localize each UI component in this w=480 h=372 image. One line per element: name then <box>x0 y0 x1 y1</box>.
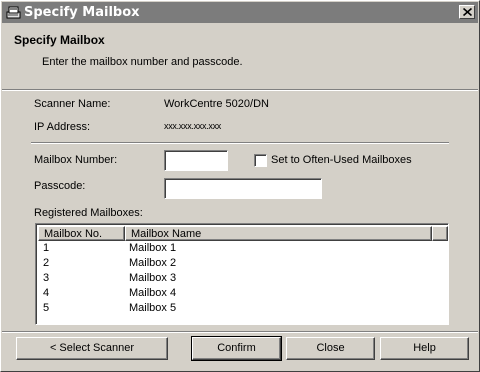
list-item[interactable]: 3 Mailbox 3 <box>43 271 443 286</box>
mailbox-no: 3 <box>43 272 50 284</box>
confirm-button[interactable]: Confirm <box>191 336 282 361</box>
passcode-input[interactable] <box>164 178 322 199</box>
list-item[interactable]: 4 Mailbox 4 <box>43 286 443 301</box>
passcode-label: Passcode: <box>34 180 86 192</box>
mailbox-name: Mailbox 3 <box>129 272 177 284</box>
mailbox-no: 5 <box>43 302 50 314</box>
often-used-label[interactable]: Set to Often-Used Mailboxes <box>271 154 412 166</box>
ip-address-label: IP Address: <box>34 121 91 133</box>
often-used-checkbox[interactable] <box>254 154 267 167</box>
scanner-app-icon <box>6 5 22 20</box>
column-header-filler <box>432 226 448 241</box>
window-title: Specify Mailbox <box>24 5 140 20</box>
header-divider-highlight <box>2 90 478 91</box>
specify-mailbox-dialog: Specify Mailbox Specify Mailbox Enter th… <box>0 0 480 372</box>
header-subtitle: Enter the mailbox number and passcode. <box>42 56 243 68</box>
list-header: Mailbox No. Mailbox Name <box>38 226 448 241</box>
scanner-name-value: WorkCentre 5020/DN <box>164 98 269 110</box>
column-header-mailbox-name[interactable]: Mailbox Name <box>125 226 432 241</box>
button-bar-divider-highlight <box>2 332 478 333</box>
registered-mailboxes-label: Registered Mailboxes: <box>34 207 143 219</box>
mailbox-no: 2 <box>43 257 50 269</box>
help-button[interactable]: Help <box>380 337 469 360</box>
registered-mailboxes-list[interactable]: Mailbox No. Mailbox Name 1 Mailbox 1 2 M… <box>35 223 449 325</box>
dialog-header: Specify Mailbox Enter the mailbox number… <box>2 23 478 89</box>
mailbox-number-label: Mailbox Number: <box>34 154 118 166</box>
scanner-name-label: Scanner Name: <box>34 98 111 110</box>
title-bar[interactable]: Specify Mailbox <box>2 2 478 23</box>
list-item[interactable]: 2 Mailbox 2 <box>43 256 443 271</box>
mailbox-number-input[interactable] <box>164 150 228 171</box>
mailbox-name: Mailbox 1 <box>129 242 177 254</box>
list-item[interactable]: 1 Mailbox 1 <box>43 241 443 256</box>
mailbox-no: 1 <box>43 242 50 254</box>
mailbox-name: Mailbox 4 <box>129 287 177 299</box>
info-divider-highlight <box>31 143 449 144</box>
header-title: Specify Mailbox <box>14 33 105 47</box>
close-button[interactable]: Close <box>286 337 375 360</box>
mailbox-name: Mailbox 5 <box>129 302 177 314</box>
column-header-mailbox-no[interactable]: Mailbox No. <box>38 226 125 241</box>
mailbox-name: Mailbox 2 <box>129 257 177 269</box>
mailbox-no: 4 <box>43 287 50 299</box>
list-item[interactable]: 5 Mailbox 5 <box>43 301 443 316</box>
close-icon <box>463 8 472 16</box>
ip-address-value: xxx.xxx.xxx.xxx <box>164 121 222 131</box>
close-window-button[interactable] <box>459 5 475 19</box>
select-scanner-button[interactable]: < Select Scanner <box>16 337 168 360</box>
